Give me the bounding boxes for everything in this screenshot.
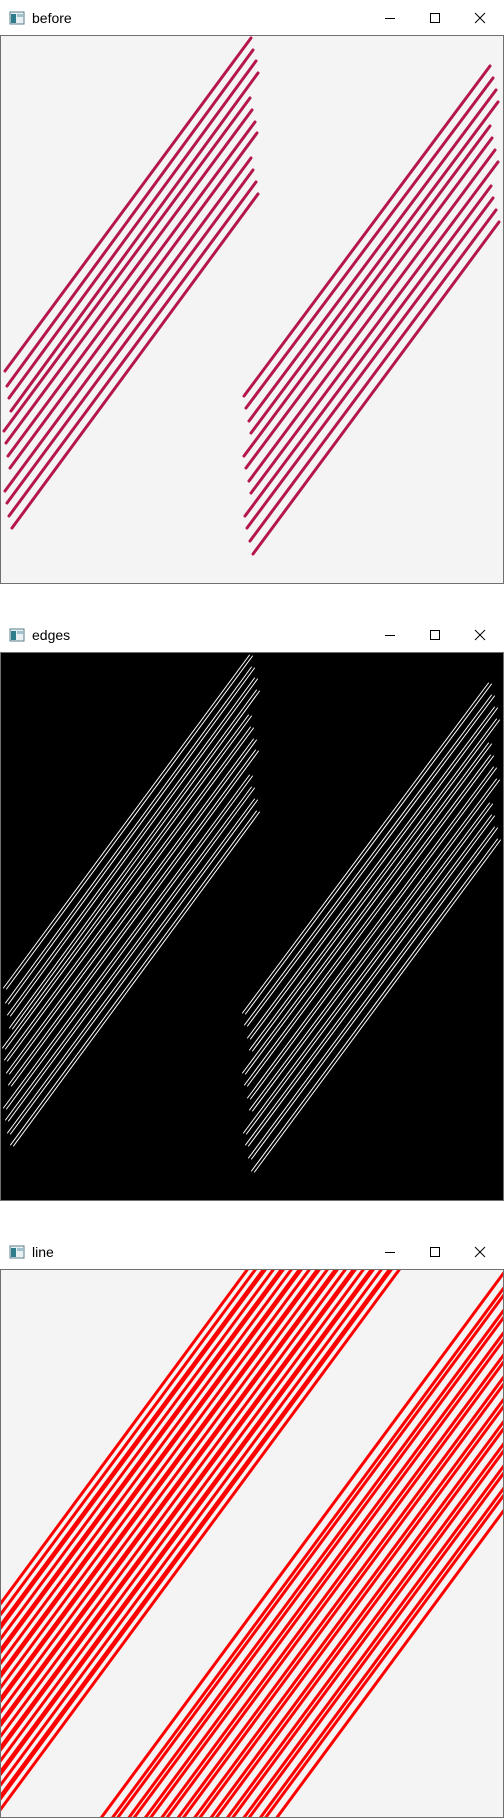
title-bar[interactable]: before bbox=[0, 0, 504, 36]
image-canvas-before bbox=[0, 35, 504, 584]
canvas-background bbox=[1, 1270, 503, 1817]
close-button[interactable] bbox=[457, 0, 503, 36]
close-icon bbox=[474, 629, 486, 641]
minimize-button[interactable] bbox=[367, 1234, 413, 1270]
maximize-button[interactable] bbox=[412, 617, 458, 653]
window-title: line bbox=[32, 1244, 54, 1260]
image-canvas-edges bbox=[0, 652, 504, 1201]
maximize-button[interactable] bbox=[412, 1234, 458, 1270]
maximize-icon bbox=[430, 1247, 440, 1257]
image-before bbox=[1, 36, 503, 583]
close-button[interactable] bbox=[457, 617, 503, 653]
window-before: before bbox=[0, 0, 504, 584]
window-line: line bbox=[0, 1234, 504, 1818]
close-icon bbox=[474, 12, 486, 24]
canvas-background bbox=[1, 36, 503, 583]
title-bar[interactable]: edges bbox=[0, 617, 504, 653]
app-window-icon bbox=[9, 10, 25, 26]
image-canvas-line bbox=[0, 1269, 504, 1818]
minimize-button[interactable] bbox=[367, 617, 413, 653]
close-button[interactable] bbox=[457, 1234, 503, 1270]
image-edges bbox=[1, 653, 503, 1200]
app-window-icon bbox=[9, 627, 25, 643]
maximize-button[interactable] bbox=[412, 0, 458, 36]
app-window-icon bbox=[9, 1244, 25, 1260]
minimize-icon bbox=[385, 18, 395, 19]
window-edges: edges bbox=[0, 617, 504, 1201]
image-line bbox=[1, 1270, 503, 1817]
minimize-icon bbox=[385, 1252, 395, 1253]
minimize-icon bbox=[385, 635, 395, 636]
title-bar[interactable]: line bbox=[0, 1234, 504, 1270]
minimize-button[interactable] bbox=[367, 0, 413, 36]
close-icon bbox=[474, 1246, 486, 1258]
window-title: edges bbox=[32, 627, 71, 643]
maximize-icon bbox=[430, 13, 440, 23]
maximize-icon bbox=[430, 630, 440, 640]
window-title: before bbox=[32, 10, 72, 26]
